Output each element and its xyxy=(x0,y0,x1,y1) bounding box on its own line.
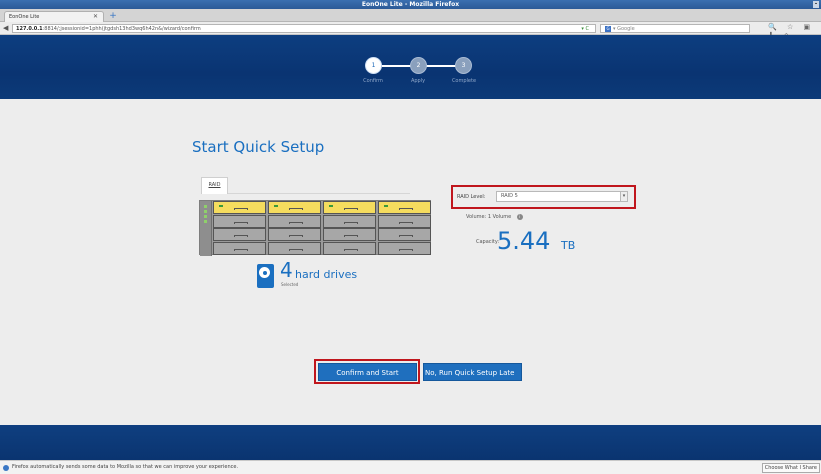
led-icon xyxy=(204,215,207,218)
volume-label: Volume: xyxy=(466,214,487,220)
step-1-label: Confirm xyxy=(363,78,383,84)
drive-latch-icon xyxy=(344,248,358,251)
drive-led-icon xyxy=(384,205,388,207)
navigation-bar: ◀ 127.0.0.1:8814/;jsessionid=1phh(jtgdsh… xyxy=(0,22,821,39)
window-title: EonOne Lite - Mozilla Firefox xyxy=(361,1,460,8)
page-header: 1 2 3 Confirm Apply Complete xyxy=(0,35,821,99)
step-connector xyxy=(382,65,412,67)
led-icon xyxy=(204,205,207,208)
drive-latch-icon xyxy=(344,235,358,237)
run-later-button[interactable]: No, Run Quick Setup Late xyxy=(423,363,522,381)
url-host: 127.0.0.1 xyxy=(16,26,43,32)
raid-level-select[interactable]: RAID 5 ▾ xyxy=(496,191,628,202)
browser-tab-label: EonOne Lite xyxy=(9,14,40,20)
drive-bay-selected[interactable] xyxy=(213,201,266,214)
notification-bar: Firefox automatically sends some data to… xyxy=(0,460,821,474)
drive-led-icon xyxy=(219,205,223,207)
drive-latch-icon xyxy=(344,221,358,224)
drive-bay[interactable] xyxy=(213,228,266,241)
drive-latch-icon xyxy=(289,221,303,224)
volume-value: 1 Volume xyxy=(487,214,512,220)
window-titlebar: EonOne Lite - Mozilla Firefox – xyxy=(0,0,821,9)
drive-led-icon xyxy=(329,205,333,207)
drive-bay[interactable] xyxy=(268,228,321,241)
drive-latch-icon xyxy=(234,235,248,237)
enclosure-handle xyxy=(200,201,212,256)
step-1-icon: 1 xyxy=(365,57,382,74)
drive-bay-selected[interactable] xyxy=(268,201,321,214)
capacity-label: Capacity: xyxy=(476,239,500,245)
raid-level-value: RAID 5 xyxy=(501,193,518,199)
drive-latch-icon xyxy=(234,208,248,210)
url-bar[interactable]: 127.0.0.1:8814/;jsessionid=1phh(jtgdsh13… xyxy=(12,24,596,33)
info-icon xyxy=(3,465,9,471)
new-tab-icon[interactable]: + xyxy=(108,11,118,21)
tab-close-icon[interactable]: ✕ xyxy=(93,12,98,22)
drive-bay-selected[interactable] xyxy=(378,201,431,214)
drive-selected-label: Selected xyxy=(281,282,299,287)
window-close-button[interactable]: – xyxy=(813,1,819,8)
drive-bay[interactable] xyxy=(213,214,266,228)
volume-info: Volume: 1 Volume i xyxy=(466,214,523,220)
drive-latch-icon xyxy=(399,248,413,251)
tab-divider xyxy=(228,193,410,194)
drive-latch-icon xyxy=(234,248,248,251)
google-icon: G xyxy=(605,25,611,32)
capacity-value: 5.44 xyxy=(497,227,551,255)
reload-icon[interactable]: ▾ C xyxy=(581,25,589,32)
hard-drive-icon xyxy=(257,264,274,288)
notification-text: Firefox automatically sends some data to… xyxy=(12,464,239,470)
capacity-unit: TB xyxy=(561,239,576,252)
browser-tab[interactable]: EonOne Lite ✕ xyxy=(4,11,104,22)
search-placeholder: ▾ Google xyxy=(613,26,635,32)
drive-bay[interactable] xyxy=(268,214,321,228)
drive-latch-icon xyxy=(289,235,303,237)
step-2-label: Apply xyxy=(410,78,426,84)
drive-latch-icon xyxy=(399,208,413,210)
drive-latch-icon xyxy=(344,208,358,210)
search-input[interactable]: G ▾ Google xyxy=(600,24,750,33)
step-connector xyxy=(425,65,457,67)
tab-bar: EonOne Lite ✕ + xyxy=(0,9,821,22)
led-icon xyxy=(204,210,207,213)
drive-bay[interactable] xyxy=(323,228,376,241)
drive-bay[interactable] xyxy=(268,241,321,255)
choose-what-i-share-button[interactable]: Choose What I Share xyxy=(761,463,820,473)
drive-bay[interactable] xyxy=(378,214,431,228)
drive-latch-icon xyxy=(234,221,248,224)
drive-latch-icon xyxy=(289,248,303,251)
drive-bay[interactable] xyxy=(378,241,431,255)
back-icon[interactable]: ◀ xyxy=(3,24,8,32)
chevron-down-icon[interactable]: ▾ xyxy=(620,192,627,201)
drive-latch-icon xyxy=(289,208,303,210)
drive-count-label: hard drives xyxy=(295,268,358,281)
drive-bay-selected[interactable] xyxy=(323,201,376,214)
step-3-icon: 3 xyxy=(455,57,472,74)
raid-level-label: RAID Level: xyxy=(457,194,486,200)
drive-count: 4 xyxy=(280,258,293,282)
drive-enclosure xyxy=(199,200,431,256)
drive-bay[interactable] xyxy=(213,241,266,255)
drive-bay[interactable] xyxy=(378,228,431,241)
drive-led-icon xyxy=(274,205,278,207)
drive-bay[interactable] xyxy=(323,214,376,228)
drive-bay[interactable] xyxy=(323,241,376,255)
step-3-label: Complete xyxy=(451,78,477,84)
confirm-and-start-button[interactable]: Confirm and Start xyxy=(318,363,417,381)
drive-latch-icon xyxy=(399,221,413,224)
info-icon[interactable]: i xyxy=(516,214,523,220)
step-2-icon: 2 xyxy=(410,57,427,74)
drive-latch-icon xyxy=(399,235,413,237)
tab-raid[interactable]: RAID xyxy=(201,177,228,194)
page-footer xyxy=(0,425,821,460)
url-path: :8814/;jsessionid=1phh(jtgdsh13hd3wq6h42… xyxy=(42,26,201,32)
led-icon xyxy=(204,220,207,223)
page-title: Start Quick Setup xyxy=(192,138,325,156)
